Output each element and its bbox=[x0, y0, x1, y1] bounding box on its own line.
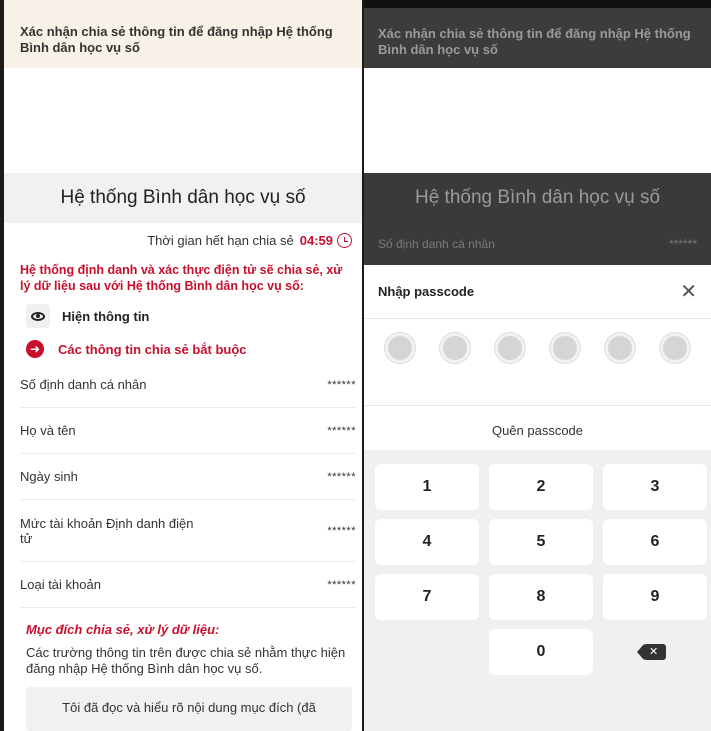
field-label: Ngày sinh bbox=[20, 469, 78, 484]
field-row-eid-level: Mức tài khoản Định danh điện tử ****** bbox=[20, 500, 356, 562]
key-7[interactable]: 7 bbox=[375, 574, 479, 620]
blank-area bbox=[364, 68, 711, 173]
passcode-dots bbox=[364, 333, 711, 363]
forgot-passcode-link[interactable]: Quên passcode bbox=[364, 423, 711, 438]
show-info-toggle[interactable]: Hiện thông tin bbox=[26, 302, 149, 330]
divider bbox=[364, 405, 711, 406]
field-row-full-name: Họ và tên ****** bbox=[20, 408, 356, 454]
key-9[interactable]: 9 bbox=[603, 574, 707, 620]
sharing-warning: Hệ thống định danh và xác thực điện tử s… bbox=[20, 263, 343, 293]
passcode-dot bbox=[494, 333, 525, 363]
field-label: Số định danh cá nhân bbox=[378, 237, 495, 251]
field-value-masked: ****** bbox=[327, 470, 356, 483]
share-consent-screen: Xác nhận chia sẻ thông tin để đăng nhập … bbox=[0, 0, 362, 731]
purpose-description: Các trường thông tin trên được chia sẻ n… bbox=[26, 645, 346, 676]
field-row-birth-date: Ngày sinh ****** bbox=[20, 454, 356, 500]
system-name-header: Hệ thống Bình dân học vụ số bbox=[4, 173, 362, 223]
numeric-keypad: 1 2 3 4 5 6 7 8 9 0 bbox=[364, 450, 711, 731]
backspace-icon bbox=[637, 644, 666, 660]
field-label: Loại tài khoản bbox=[20, 577, 101, 592]
passcode-bottom-sheet: Nhập passcode ✕ Quên passcode 1 2 3 4 5 … bbox=[364, 265, 711, 731]
shared-field-list: Số định danh cá nhân ****** Họ và tên **… bbox=[20, 362, 356, 608]
consent-banner-title: Xác nhận chia sẻ thông tin để đăng nhập … bbox=[4, 0, 362, 68]
field-label: Họ và tên bbox=[20, 423, 76, 438]
passcode-dot bbox=[439, 333, 470, 363]
close-icon[interactable]: ✕ bbox=[680, 282, 697, 302]
passcode-dot bbox=[660, 333, 691, 363]
backspace-key[interactable] bbox=[603, 629, 707, 675]
passcode-dot bbox=[384, 333, 415, 363]
key-2[interactable]: 2 bbox=[489, 464, 593, 510]
acknowledge-checkbox-row[interactable]: Tôi đã đọc và hiểu rõ nội dung mục đích … bbox=[26, 687, 352, 731]
expire-countdown: 04:59 bbox=[299, 233, 333, 248]
key-empty bbox=[375, 629, 479, 675]
expire-label: Thời gian hết hạn chia sẻ bbox=[147, 233, 294, 248]
field-label: Mức tài khoản Định danh điện tử bbox=[20, 515, 194, 546]
key-3[interactable]: 3 bbox=[603, 464, 707, 510]
required-fields-heading: ➜ Các thông tin chia sẻ bắt buộc bbox=[26, 340, 247, 358]
key-6[interactable]: 6 bbox=[603, 519, 707, 565]
key-4[interactable]: 4 bbox=[375, 519, 479, 565]
clock-icon bbox=[337, 233, 352, 248]
dimmed-field-row: Số định danh cá nhân ****** bbox=[364, 223, 711, 265]
arrow-right-circle-icon: ➜ bbox=[26, 340, 44, 358]
key-0[interactable]: 0 bbox=[489, 629, 593, 675]
field-value-masked: ****** bbox=[327, 424, 356, 437]
passcode-screen: Xác nhận chia sẻ thông tin để đăng nhập … bbox=[362, 0, 711, 731]
key-5[interactable]: 5 bbox=[489, 519, 593, 565]
passcode-dot bbox=[550, 333, 581, 363]
field-label: Số định danh cá nhân bbox=[20, 377, 147, 392]
passcode-dot bbox=[605, 333, 636, 363]
sheet-header: Nhập passcode ✕ bbox=[364, 265, 711, 319]
expire-row: Thời gian hết hạn chia sẻ 04:59 bbox=[147, 233, 352, 248]
purpose-title: Mục đích chia sẻ, xử lý dữ liệu: bbox=[26, 622, 220, 637]
consent-banner-title-dimmed: Xác nhận chia sẻ thông tin để đăng nhập … bbox=[364, 0, 711, 68]
field-row-account-type: Loại tài khoản ****** bbox=[20, 562, 356, 608]
system-name-header-dimmed: Hệ thống Bình dân học vụ số bbox=[364, 173, 711, 223]
required-fields-label: Các thông tin chia sẻ bắt buộc bbox=[58, 341, 247, 357]
sheet-title: Nhập passcode bbox=[378, 284, 475, 299]
key-1[interactable]: 1 bbox=[375, 464, 479, 510]
field-value-masked: ****** bbox=[327, 378, 356, 391]
show-info-label: Hiện thông tin bbox=[62, 308, 150, 324]
field-value-masked: ****** bbox=[668, 237, 697, 251]
eye-icon bbox=[26, 304, 50, 328]
key-8[interactable]: 8 bbox=[489, 574, 593, 620]
field-value-masked: ****** bbox=[327, 578, 356, 591]
field-row-citizen-id: Số định danh cá nhân ****** bbox=[20, 362, 356, 408]
field-value-masked: ****** bbox=[327, 524, 356, 537]
blank-area bbox=[4, 68, 362, 173]
